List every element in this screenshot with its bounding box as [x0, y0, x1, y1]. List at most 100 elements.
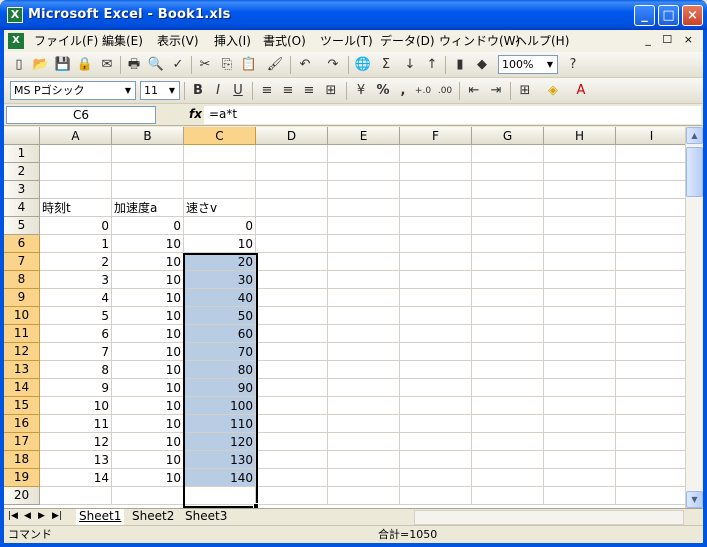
cell-h10[interactable]	[544, 307, 616, 325]
cell-a14[interactable]: 9	[40, 379, 112, 397]
cell-a19[interactable]: 14	[40, 469, 112, 487]
cell-i18[interactable]	[616, 451, 685, 469]
cell-i20[interactable]	[616, 487, 685, 505]
cell-e14[interactable]	[328, 379, 400, 397]
cell-c19[interactable]: 140	[184, 469, 256, 487]
row-header-2[interactable]: 2	[4, 163, 40, 181]
cell-i13[interactable]	[616, 361, 685, 379]
column-header-a[interactable]: A	[40, 127, 112, 145]
cell-e15[interactable]	[328, 397, 400, 415]
cell-g9[interactable]	[472, 289, 544, 307]
increase-indent-icon[interactable]: ⇥	[487, 82, 505, 100]
cell-c10[interactable]: 50	[184, 307, 256, 325]
cell-i4[interactable]	[616, 199, 685, 217]
last-sheet-icon[interactable]: ▶|	[52, 511, 62, 521]
cell-g15[interactable]	[472, 397, 544, 415]
cell-g5[interactable]	[472, 217, 544, 235]
save-icon[interactable]: 💾	[54, 56, 72, 74]
column-header-b[interactable]: B	[112, 127, 184, 145]
cell-i17[interactable]	[616, 433, 685, 451]
menu-tools[interactable]: ツール(T)	[320, 33, 373, 49]
cell-f19[interactable]	[400, 469, 472, 487]
cell-b5[interactable]: 0	[112, 217, 184, 235]
cell-b10[interactable]: 10	[112, 307, 184, 325]
format-painter-icon[interactable]: 🖌	[266, 56, 284, 74]
cell-h13[interactable]	[544, 361, 616, 379]
column-header-c[interactable]: C	[184, 127, 256, 145]
cell-e2[interactable]	[328, 163, 400, 181]
cell-i6[interactable]	[616, 235, 685, 253]
cell-a12[interactable]: 7	[40, 343, 112, 361]
column-header-g[interactable]: G	[472, 127, 544, 145]
email-icon[interactable]: ✉	[98, 56, 116, 74]
cell-i5[interactable]	[616, 217, 685, 235]
cell-h18[interactable]	[544, 451, 616, 469]
cell-d12[interactable]	[256, 343, 328, 361]
cell-b8[interactable]: 10	[112, 271, 184, 289]
new-icon[interactable]: ▯	[10, 56, 28, 74]
cell-i9[interactable]	[616, 289, 685, 307]
cell-f14[interactable]	[400, 379, 472, 397]
cell-f11[interactable]	[400, 325, 472, 343]
vertical-scrollbar[interactable]: ▲ ▼	[685, 127, 703, 508]
decrease-decimal-icon[interactable]: .00	[436, 82, 454, 100]
cell-d20[interactable]	[256, 487, 328, 505]
cell-f15[interactable]	[400, 397, 472, 415]
row-header-8[interactable]: 8	[4, 271, 40, 289]
decrease-indent-icon[interactable]: ⇤	[465, 82, 483, 100]
cell-h11[interactable]	[544, 325, 616, 343]
close-button[interactable]: ×	[682, 5, 703, 26]
cell-i16[interactable]	[616, 415, 685, 433]
cell-i14[interactable]	[616, 379, 685, 397]
align-left-icon[interactable]: ≡	[258, 82, 276, 100]
print-preview-icon[interactable]: 🔍	[147, 56, 165, 74]
cell-g1[interactable]	[472, 145, 544, 163]
cell-a9[interactable]: 4	[40, 289, 112, 307]
currency-icon[interactable]: ¥	[352, 82, 370, 100]
fill-color-icon[interactable]: ◈	[544, 82, 562, 100]
cell-a5[interactable]: 0	[40, 217, 112, 235]
cell-f12[interactable]	[400, 343, 472, 361]
cell-d8[interactable]	[256, 271, 328, 289]
menu-data[interactable]: データ(D)	[380, 33, 435, 49]
autosum-icon[interactable]: Σ	[377, 56, 395, 74]
cell-f16[interactable]	[400, 415, 472, 433]
cell-a6[interactable]: 1	[40, 235, 112, 253]
cell-c13[interactable]: 80	[184, 361, 256, 379]
scroll-down-icon[interactable]: ▼	[686, 491, 703, 508]
cell-g16[interactable]	[472, 415, 544, 433]
hyperlink-icon[interactable]: 🌐	[354, 56, 372, 74]
column-header-e[interactable]: E	[328, 127, 400, 145]
sheet-tab-3[interactable]: Sheet3	[182, 509, 230, 525]
cell-c4[interactable]: 速さv	[184, 199, 256, 217]
cell-g3[interactable]	[472, 181, 544, 199]
row-header-11[interactable]: 11	[4, 325, 40, 343]
cell-g11[interactable]	[472, 325, 544, 343]
cell-c2[interactable]	[184, 163, 256, 181]
cell-h19[interactable]	[544, 469, 616, 487]
workbook-window-controls[interactable]: _ ☐ ×	[645, 33, 697, 46]
align-right-icon[interactable]: ≡	[300, 82, 318, 100]
help-icon[interactable]: ?	[564, 56, 582, 74]
cell-f20[interactable]	[400, 487, 472, 505]
cell-c18[interactable]: 130	[184, 451, 256, 469]
menu-insert[interactable]: 挿入(I)	[214, 33, 251, 49]
chart-wizard-icon[interactable]: ▮	[451, 56, 469, 74]
cell-c11[interactable]: 60	[184, 325, 256, 343]
cell-h14[interactable]	[544, 379, 616, 397]
row-header-9[interactable]: 9	[4, 289, 40, 307]
align-center-icon[interactable]: ≡	[279, 82, 297, 100]
cell-c3[interactable]	[184, 181, 256, 199]
cell-g19[interactable]	[472, 469, 544, 487]
cell-h5[interactable]	[544, 217, 616, 235]
formula-input[interactable]: =a*t	[204, 106, 701, 124]
font-color-icon[interactable]: A	[572, 82, 590, 100]
cell-c8[interactable]: 30	[184, 271, 256, 289]
cell-e16[interactable]	[328, 415, 400, 433]
cell-f18[interactable]	[400, 451, 472, 469]
sheet-tab-1[interactable]: Sheet1	[76, 509, 125, 525]
cell-b19[interactable]: 10	[112, 469, 184, 487]
cell-f13[interactable]	[400, 361, 472, 379]
cell-e11[interactable]	[328, 325, 400, 343]
cell-g18[interactable]	[472, 451, 544, 469]
